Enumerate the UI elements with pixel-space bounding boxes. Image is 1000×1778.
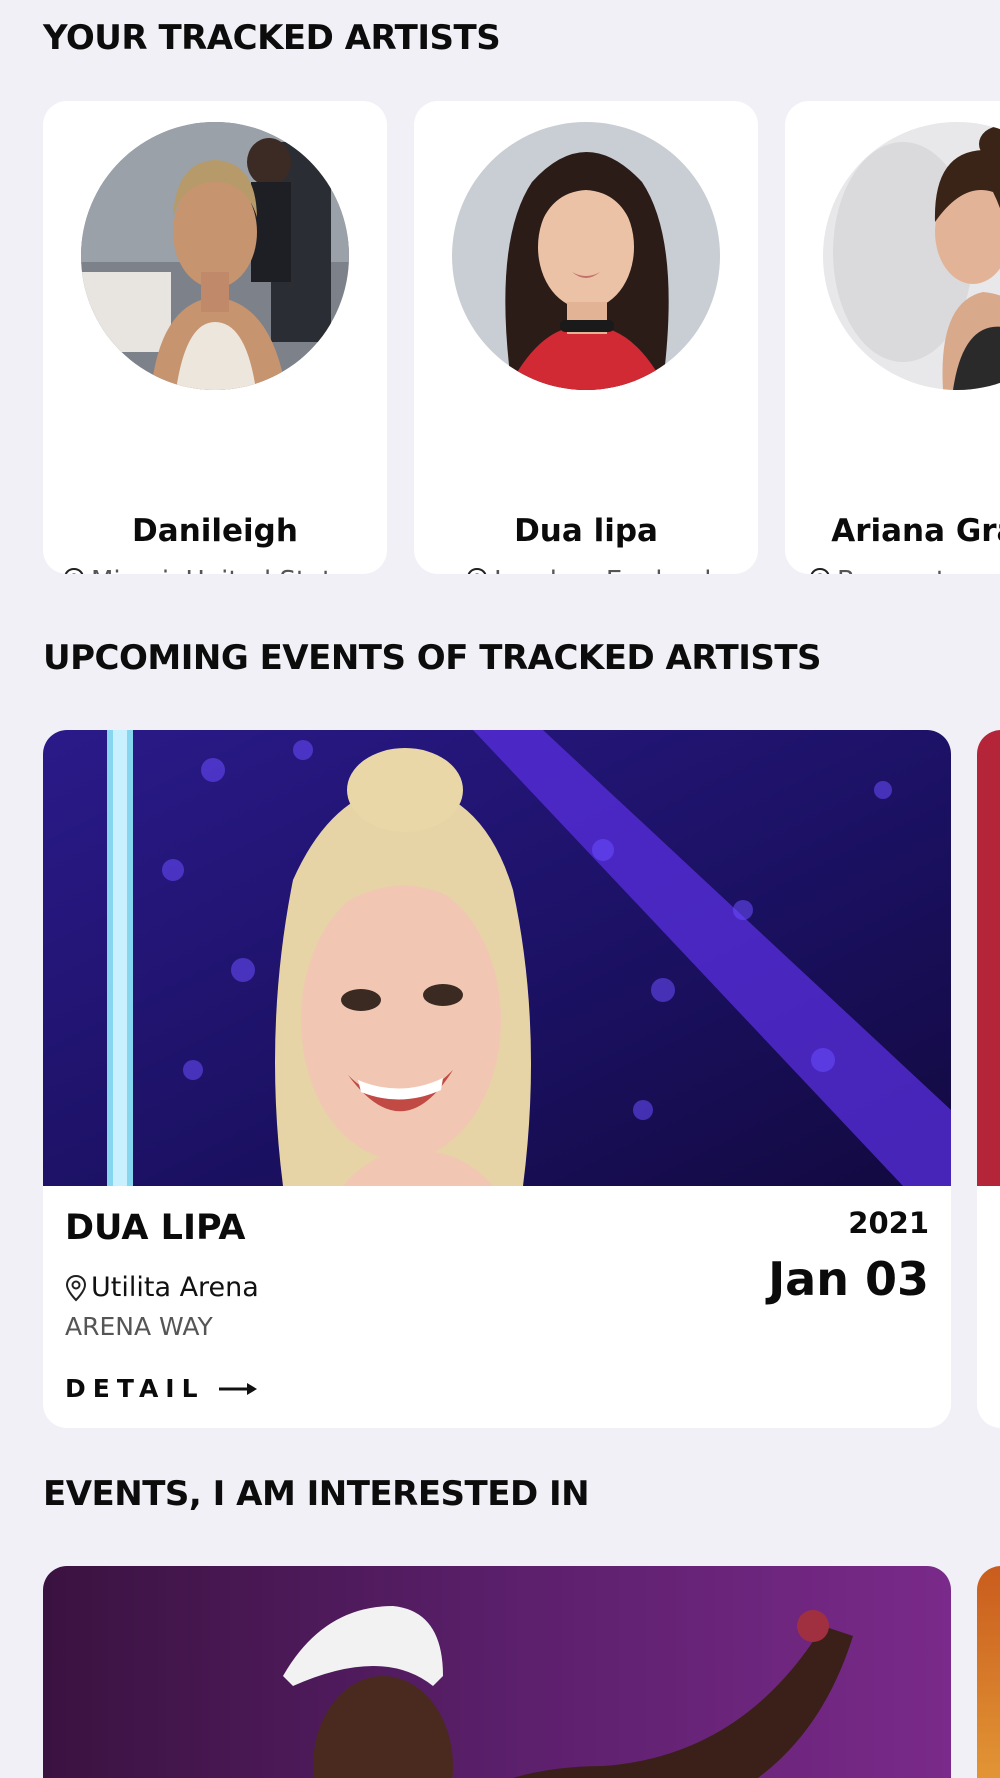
artist-card-danileigh[interactable]: Danileigh Miami, United States <box>43 101 387 574</box>
artist-location: Boca raton, A <box>809 566 1000 574</box>
artist-name: Dua lipa <box>514 513 658 549</box>
detail-button[interactable]: DETAIL <box>65 1374 257 1403</box>
artist-avatar <box>823 122 1000 390</box>
artist-card-ariana-grande[interactable]: Ariana Grande Boca raton, A <box>785 101 1000 574</box>
location-pin-icon <box>809 567 831 574</box>
event-date: Jan 03 <box>768 1252 929 1306</box>
event-image <box>43 730 951 1186</box>
location-pin-icon <box>63 567 85 574</box>
artist-avatar <box>81 122 349 390</box>
artist-location-text: London, England <box>494 566 711 574</box>
event-venue: Utilita Arena <box>65 1272 259 1303</box>
event-artist-name: DUA LIPA <box>65 1208 246 1248</box>
artist-location: Miami, United States <box>63 566 362 574</box>
detail-label: DETAIL <box>65 1374 205 1403</box>
event-image <box>977 730 1000 1186</box>
interested-event-image <box>43 1566 951 1778</box>
artist-card-dua-lipa[interactable]: Dua lipa London, England <box>414 101 758 574</box>
event-street: ARENA WAY <box>65 1312 213 1341</box>
arrow-right-icon <box>218 1381 257 1397</box>
section-title-upcoming-events: UPCOMING EVENTS OF TRACKED ARTISTS <box>43 638 822 678</box>
artist-name: Ariana Grande <box>831 513 1000 549</box>
artist-avatar <box>452 122 720 390</box>
event-card-next[interactable] <box>977 730 1000 1428</box>
section-title-tracked-artists: YOUR TRACKED ARTISTS <box>43 18 501 58</box>
event-year: 2021 <box>848 1206 929 1240</box>
section-title-interested-events: EVENTS, I AM INTERESTED IN <box>43 1474 590 1514</box>
interested-event-card[interactable] <box>43 1566 951 1778</box>
artist-location: London, England <box>466 566 711 574</box>
event-card[interactable]: DUA LIPA Utilita Arena ARENA WAY 2021 Ja… <box>43 730 951 1428</box>
event-venue-text: Utilita Arena <box>91 1272 259 1303</box>
artist-name: Danileigh <box>132 513 298 549</box>
artist-location-text: Miami, United States <box>91 566 362 574</box>
tracked-artists-screen: YOUR TRACKED ARTISTS Danileigh M <box>0 0 1000 1778</box>
location-pin-icon <box>466 567 488 574</box>
location-pin-icon <box>65 1274 87 1302</box>
artist-location-text: Boca raton, A <box>837 566 1000 574</box>
interested-event-card-next[interactable] <box>977 1566 1000 1778</box>
